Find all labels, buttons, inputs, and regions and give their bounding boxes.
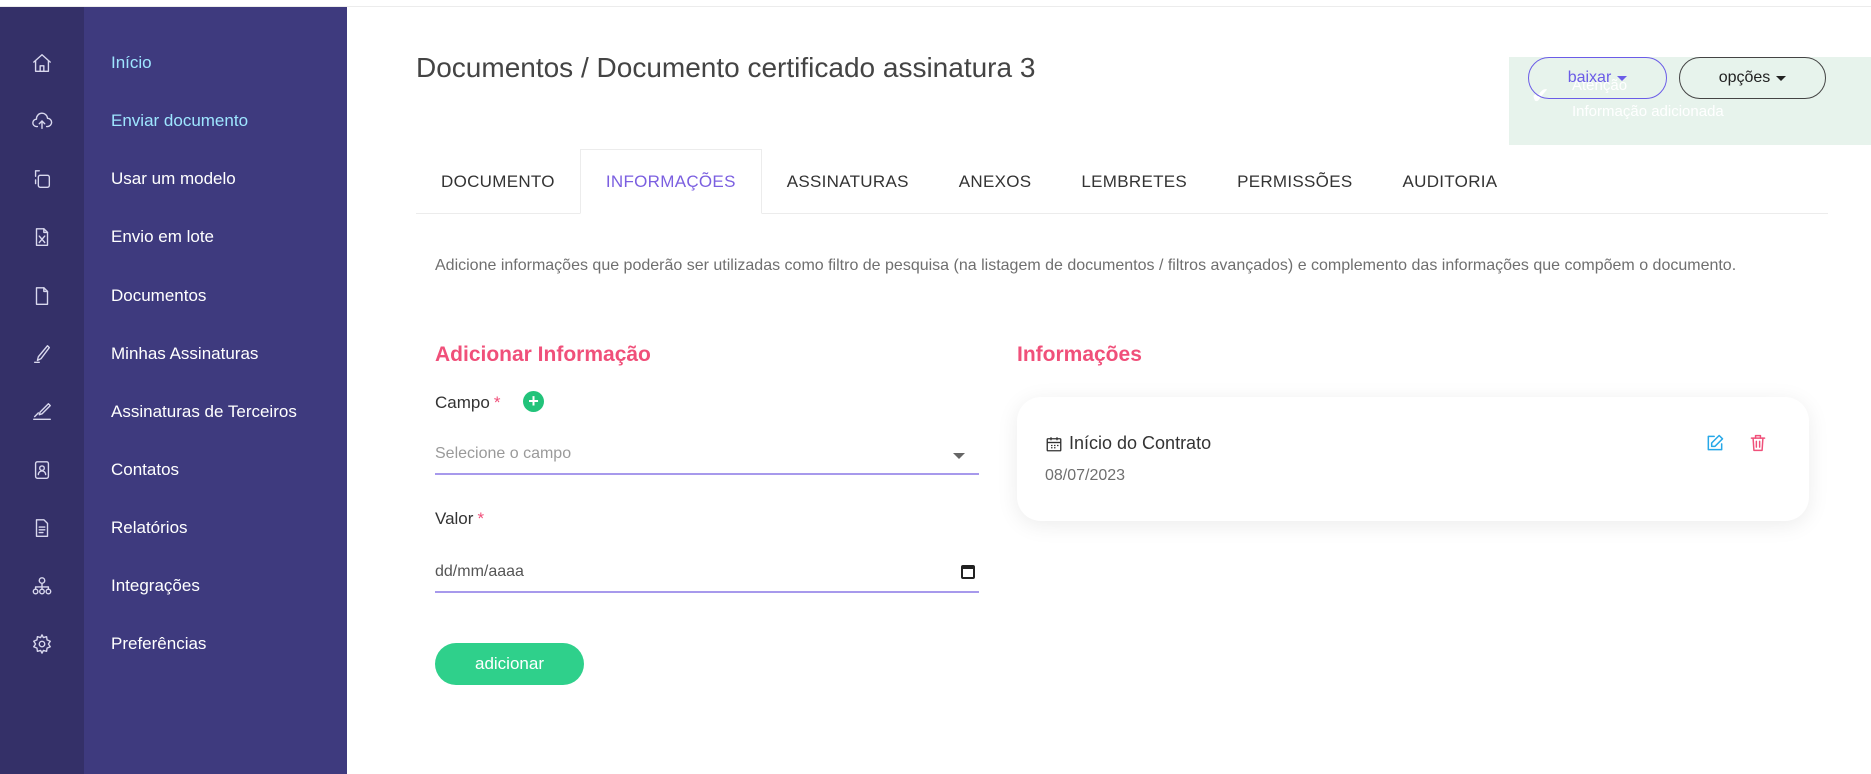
sidebar-item-label: Preferências xyxy=(111,633,207,653)
info-list-title: Informações xyxy=(1017,343,1142,366)
sidebar-item-label: Integrações xyxy=(111,575,200,595)
document-icon xyxy=(0,285,84,307)
spreadsheet-icon xyxy=(0,226,84,248)
tab-permissoes[interactable]: PERMISSÕES xyxy=(1212,149,1377,214)
toast-message: Informação adicionada xyxy=(1572,103,1724,120)
valor-label: Valor * xyxy=(435,509,484,529)
info-card-name: Início do Contrato xyxy=(1069,433,1212,453)
signature-icon xyxy=(0,401,84,423)
tab-lembretes[interactable]: LEMBRETES xyxy=(1056,149,1212,214)
edit-icon[interactable] xyxy=(1705,433,1725,453)
campo-label: Campo * xyxy=(435,393,500,413)
sidebar-item-label: Enviar documento xyxy=(111,110,249,130)
required-mark: * xyxy=(477,509,485,528)
valor-date-input[interactable]: dd/mm/aaaa xyxy=(435,557,979,593)
integrations-icon xyxy=(0,575,84,597)
tab-assinaturas[interactable]: ASSINATURAS xyxy=(762,149,934,214)
home-icon xyxy=(0,52,84,74)
tab-documento[interactable]: DOCUMENTO xyxy=(416,149,580,214)
sidebar-item-label: Minhas Assinaturas xyxy=(111,343,259,363)
chevron-down-icon xyxy=(953,453,965,459)
sidebar-item-label: Documentos xyxy=(111,285,207,305)
sidebar-item-label: Assinaturas de Terceiros xyxy=(111,401,297,421)
cloud-upload-icon xyxy=(0,110,84,132)
add-button[interactable]: adicionar xyxy=(435,643,584,685)
info-card: Início do Contrato 08/07/2023 xyxy=(1017,397,1809,521)
tab-auditoria[interactable]: AUDITORIA xyxy=(1377,149,1522,214)
sidebar: Início Enviar documento Usar um modelo E… xyxy=(0,7,347,774)
download-button[interactable]: baixar xyxy=(1528,57,1667,99)
tab-anexos[interactable]: ANEXOS xyxy=(934,149,1057,214)
sidebar-item-label: Envio em lote xyxy=(111,226,214,246)
calendar-picker-icon[interactable] xyxy=(961,565,975,579)
campo-label-text: Campo xyxy=(435,393,490,412)
info-card-value: 08/07/2023 xyxy=(1045,467,1126,484)
sidebar-item-label: Usar um modelo xyxy=(111,168,236,188)
caret-down-icon xyxy=(1776,75,1787,81)
contact-book-icon xyxy=(0,459,84,481)
sidebar-item-preferencias[interactable]: Preferências xyxy=(0,609,347,678)
sidebar-item-label: Contatos xyxy=(111,459,180,479)
main-content: Documentos / Documento certificado assin… xyxy=(347,7,1871,774)
trash-icon[interactable] xyxy=(1749,433,1767,453)
add-info-title: Adicionar Informação xyxy=(435,343,651,366)
gear-icon xyxy=(0,633,84,655)
campo-select-placeholder: Selecione o campo xyxy=(435,445,572,462)
download-button-label: baixar xyxy=(1567,69,1612,86)
tab-informacoes[interactable]: INFORMAÇÕES xyxy=(579,149,762,214)
options-button[interactable]: opções xyxy=(1679,57,1826,99)
calendar-icon xyxy=(1046,436,1062,451)
caret-down-icon xyxy=(1617,75,1628,81)
sidebar-item-label: Relatórios xyxy=(111,517,188,537)
page-title: Documentos / Documento certificado assin… xyxy=(416,52,1036,83)
report-icon xyxy=(0,517,84,539)
date-input-placeholder: dd/mm/aaaa xyxy=(435,563,524,580)
campo-select[interactable]: Selecione o campo xyxy=(435,439,979,475)
options-button-label: opções xyxy=(1718,69,1771,86)
sidebar-item-label: Início xyxy=(111,52,152,72)
template-icon xyxy=(0,168,84,190)
valor-label-text: Valor xyxy=(435,509,474,528)
info-card-title: Início do Contrato xyxy=(1045,433,1211,454)
required-mark: * xyxy=(493,393,501,412)
pen-icon xyxy=(0,343,84,365)
info-description: Adicione informações que poderão ser uti… xyxy=(435,257,1737,274)
top-border xyxy=(0,0,1871,7)
add-field-icon[interactable]: + xyxy=(523,391,544,412)
tab-bar: DOCUMENTO INFORMAÇÕES ASSINATURAS ANEXOS… xyxy=(416,149,1828,214)
